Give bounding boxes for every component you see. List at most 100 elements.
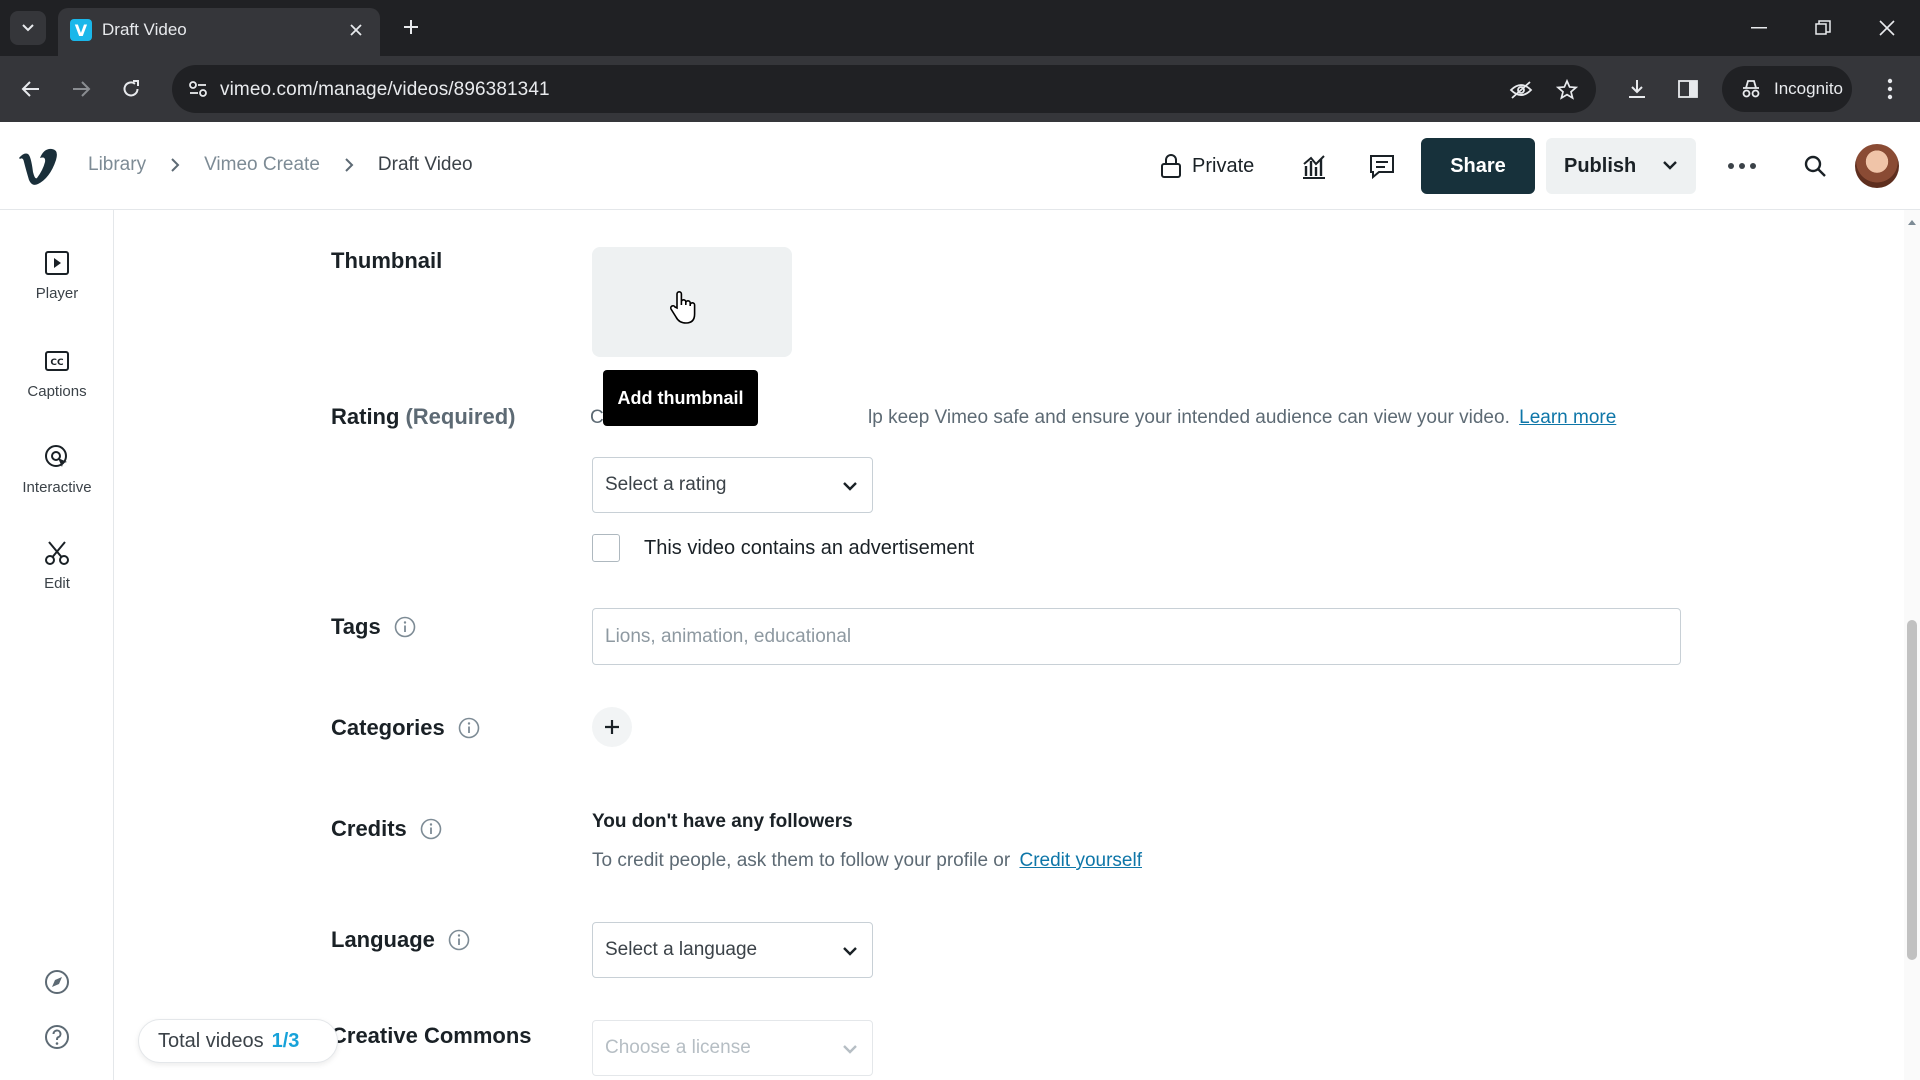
rating-select[interactable]: Select a rating [592,457,873,513]
breadcrumb: Library Vimeo Create Draft Video [88,154,473,176]
language-label: Language [331,927,471,953]
credits-empty-title: You don't have any followers [592,811,853,832]
tags-input[interactable] [592,608,1681,665]
total-videos-label: Total videos [158,1029,264,1052]
forward-arrow-icon[interactable] [63,71,99,107]
new-tab-plus-icon[interactable] [396,12,426,42]
credits-label: Credits [331,816,443,842]
compass-icon[interactable] [42,967,72,997]
chevron-down-icon [22,24,34,32]
total-videos-count: 1/3 [271,1029,300,1052]
rating-label: Rating (Required) [331,404,515,430]
share-button[interactable]: Share [1421,138,1535,194]
bookmark-star-icon[interactable] [1554,77,1580,103]
privacy-label: Private [1192,154,1255,177]
publish-button[interactable]: Publish [1546,138,1696,194]
page-scrollbar[interactable] [1904,210,1920,1080]
close-window-icon[interactable] [1867,10,1907,46]
chevron-down-icon [842,477,858,495]
video-settings-form: Thumbnail Add thumbnail Rating (Required… [115,210,1905,1080]
advertisement-checkbox-label[interactable]: This video contains an advertisement [644,537,974,560]
analytics-icon[interactable] [1298,150,1330,182]
scroll-thumb[interactable] [1907,620,1917,960]
more-options-icon[interactable] [1726,150,1758,182]
rating-help-text: lp keep Vimeo safe and ensure your inten… [868,407,1616,429]
total-videos-pill[interactable]: Total videos 1/3 [138,1019,338,1063]
rail-item-edit[interactable]: Edit [0,538,114,608]
info-icon[interactable] [393,615,417,639]
rail-item-captions[interactable]: CC Captions [0,346,114,416]
language-select[interactable]: Select a language [592,922,873,978]
rating-help-text-left: C [590,407,604,428]
breadcrumb-library[interactable]: Library [88,154,146,176]
breadcrumb-current: Draft Video [377,154,473,175]
download-icon[interactable] [1622,74,1652,104]
chevron-down-icon [842,942,858,960]
rating-required-text: (Required) [405,404,516,429]
restore-icon[interactable] [1803,10,1843,46]
add-category-button[interactable] [592,707,632,747]
rail-item-interactive[interactable]: Interactive [0,442,114,512]
language-label-text: Language [331,927,435,952]
thumbnail-label: Thumbnail [331,248,442,274]
vimeo-favicon-icon: V [70,19,92,41]
license-select-value: Choose a license [605,1037,751,1058]
rating-label-text: Rating [331,404,400,429]
hand-cursor-icon [668,290,698,326]
tags-label-text: Tags [331,614,381,639]
comments-icon[interactable] [1366,150,1398,182]
browser-tab-strip: V Draft Video [0,0,1920,56]
vimeo-logo-icon[interactable] [16,146,60,186]
rail-label-captions: Captions [27,383,87,400]
language-select-value: Select a language [605,939,758,960]
search-icon[interactable] [1799,150,1831,182]
side-panel-icon[interactable] [1673,74,1703,104]
credits-help-text: To credit people, ask them to follow you… [592,850,1011,871]
rail-label-interactive: Interactive [22,479,92,496]
learn-more-link[interactable]: Learn more [1519,407,1616,428]
tab-title: Draft Video [102,20,187,39]
privacy-button[interactable]: Private [1160,148,1254,184]
close-tab-icon[interactable] [344,18,368,42]
help-icon[interactable] [42,1022,72,1052]
advertisement-checkbox[interactable] [592,534,620,562]
eye-slash-icon[interactable] [1508,77,1534,103]
info-icon[interactable] [457,716,481,740]
credit-yourself-link[interactable]: Credit yourself [1020,850,1143,871]
categories-label-text: Categories [331,715,445,740]
url-text: vimeo.com/manage/videos/896381341 [220,79,550,100]
app-header: Library Vimeo Create Draft Video Private… [0,122,1920,210]
back-arrow-icon[interactable] [13,71,49,107]
tags-label: Tags [331,614,417,640]
address-bar[interactable]: vimeo.com/manage/videos/896381341 [172,65,1596,113]
interactive-icon [42,442,72,472]
scroll-up-arrow-icon [1908,220,1916,225]
credits-label-text: Credits [331,816,407,841]
avatar[interactable] [1855,144,1899,188]
plus-icon [605,720,619,734]
reload-icon[interactable] [113,71,149,107]
info-icon[interactable] [447,928,471,952]
svg-text:CC: CC [50,358,64,368]
site-settings-icon[interactable] [186,77,210,101]
rating-help-text-right: lp keep Vimeo safe and ensure your inten… [868,407,1510,428]
browser-tab[interactable]: V Draft Video [58,8,380,56]
chevron-down-icon [1662,156,1678,174]
add-thumbnail-tooltip: Add thumbnail [603,370,758,426]
browser-toolbar: vimeo.com/manage/videos/896381341 Incogn… [0,56,1920,122]
rail-item-player[interactable]: Player [0,248,114,318]
license-select[interactable]: Choose a license [592,1020,873,1076]
info-icon[interactable] [419,817,443,841]
chevron-right-icon [170,157,180,173]
thumbnail-label-text: Thumbnail [331,248,443,273]
minimize-icon[interactable] [1739,10,1779,46]
incognito-badge[interactable]: Incognito [1722,66,1852,112]
publish-label: Publish [1564,154,1637,177]
scissors-icon [42,538,72,568]
creative-commons-label: Creative Commons [331,1023,532,1049]
breadcrumb-vimeo-create[interactable]: Vimeo Create [204,154,320,176]
tab-search-button[interactable] [10,11,46,45]
cc-icon: CC [42,346,72,376]
left-rail: Player CC Captions Interactive Edit [0,210,114,1080]
browser-menu-icon[interactable] [1875,74,1905,104]
